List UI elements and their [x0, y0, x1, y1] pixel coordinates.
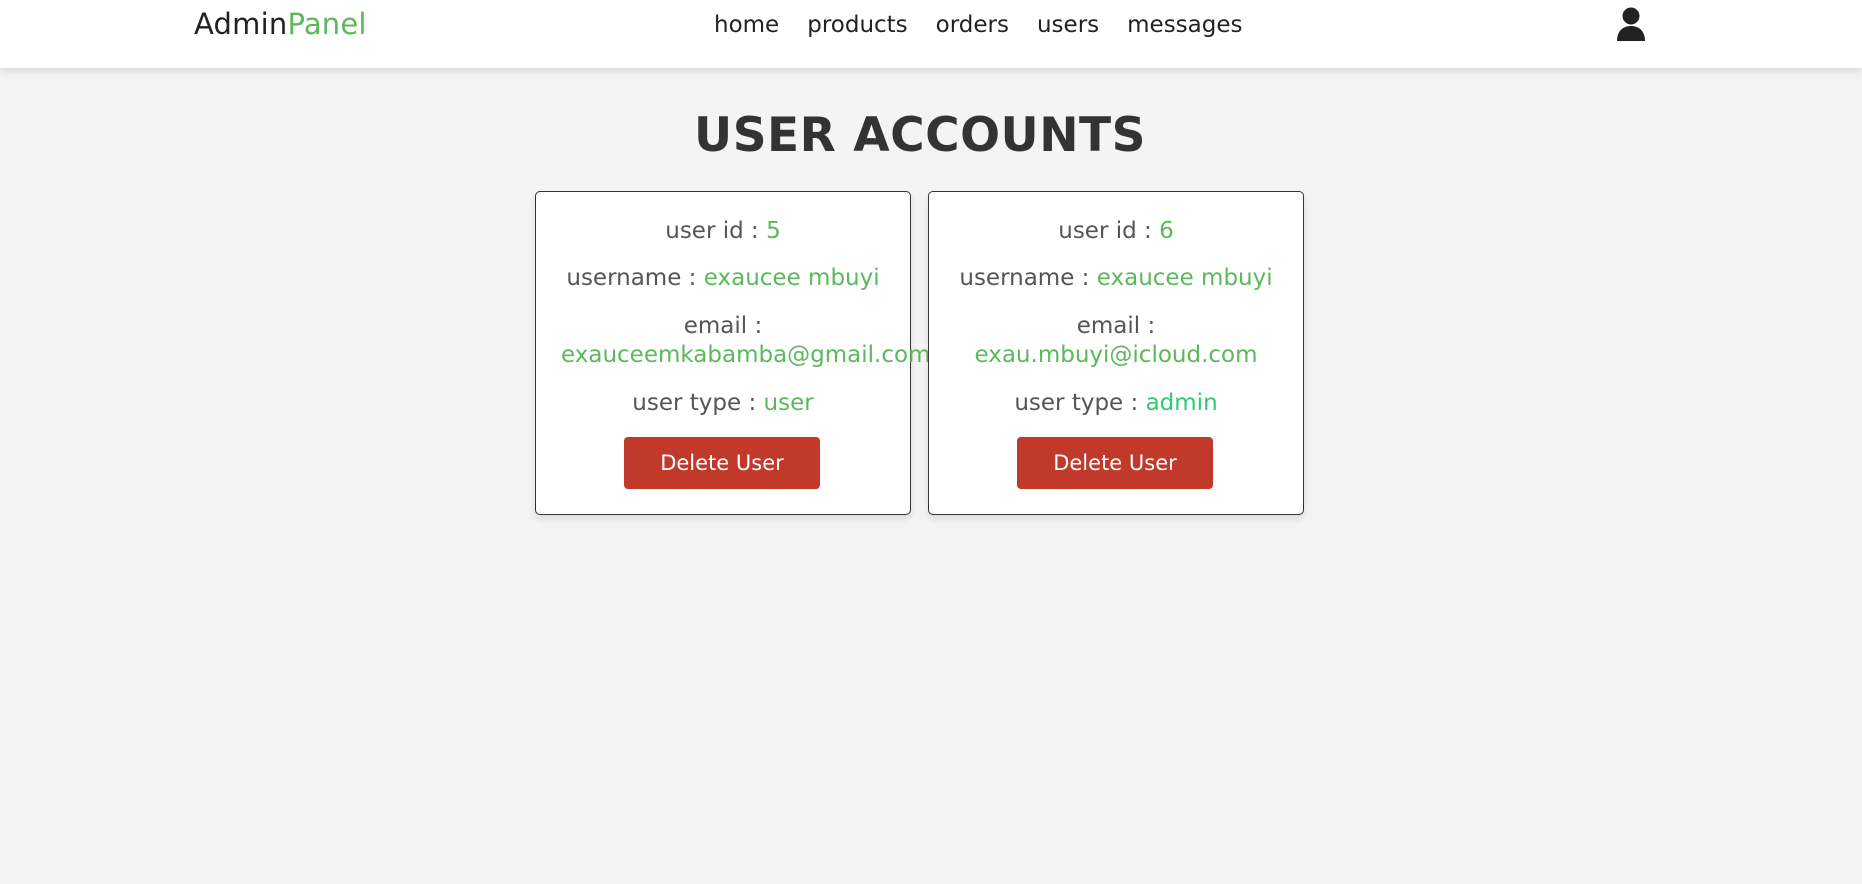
username-value: exaucee mbuyi [703, 265, 880, 291]
logo-main: Admin [194, 7, 288, 41]
page-title: USER ACCOUNTS [694, 108, 1146, 163]
email-row: exau.mbuyi@icloud.com [929, 341, 1303, 370]
nav-products[interactable]: products [807, 12, 907, 38]
user-card: user id : 5 username : exaucee mbuyi ema… [535, 191, 931, 515]
user-id-value: 5 [766, 218, 781, 244]
username-label: username : [959, 265, 1097, 291]
username-row: username : exaucee mbuyi [929, 264, 1303, 293]
user-type-value: user [763, 390, 814, 416]
nav-users[interactable]: users [1037, 12, 1099, 38]
user-id-value: 6 [1159, 218, 1174, 244]
user-id-row: user id : 6 [929, 217, 1303, 246]
user-id-row: user id : 5 [536, 217, 910, 246]
user-type-label: user type : [632, 390, 764, 416]
nav-orders[interactable]: orders [936, 12, 1009, 38]
username-row: username : exaucee mbuyi [536, 264, 910, 293]
user-id-label: user id : [1058, 218, 1160, 244]
email-value: exau.mbuyi@icloud.com [974, 342, 1258, 368]
username-label: username : [566, 265, 704, 291]
username-value: exaucee mbuyi [1096, 265, 1273, 291]
navbar: home products orders users messages [714, 12, 1243, 38]
user-type-row: user type : user [536, 389, 910, 418]
logo[interactable]: AdminPanel [194, 7, 367, 41]
logo-accent: Panel [287, 7, 367, 41]
email-label: email : [1076, 313, 1156, 339]
user-type-label: user type : [1014, 390, 1146, 416]
delete-user-button[interactable]: Delete User [624, 437, 820, 489]
email-row: exauceemkabamba@gmail.com [536, 341, 956, 370]
user-id-label: user id : [665, 218, 767, 244]
delete-user-button[interactable]: Delete User [1017, 437, 1213, 489]
user-type-value: admin [1145, 390, 1218, 416]
email-value: exauceemkabamba@gmail.com [561, 342, 931, 368]
email-label: email : [683, 313, 763, 339]
nav-home[interactable]: home [714, 12, 779, 38]
user-type-row: user type : admin [929, 389, 1303, 418]
nav-messages[interactable]: messages [1127, 12, 1242, 38]
header: AdminPanel home products orders users me… [0, 0, 1862, 68]
user-card: user id : 6 username : exaucee mbuyi ema… [928, 191, 1304, 515]
user-icon[interactable] [1616, 6, 1646, 42]
